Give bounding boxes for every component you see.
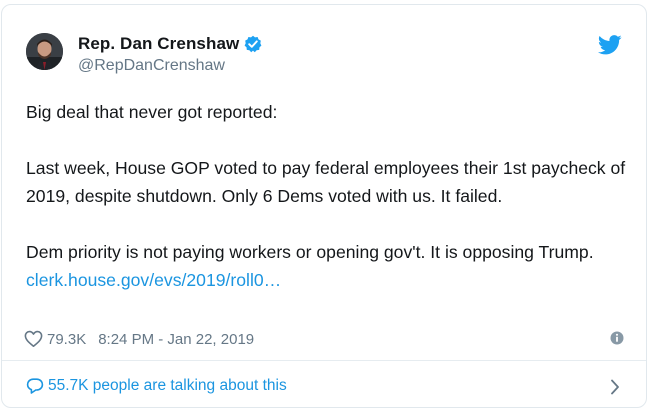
tweet-link[interactable]: clerk.house.gov/evs/2019/roll0… xyxy=(26,270,281,290)
chevron-right-icon[interactable] xyxy=(610,379,620,395)
tweet-paragraph-2: Last week, House GOP voted to pay federa… xyxy=(26,158,626,206)
avatar[interactable] xyxy=(26,33,63,70)
verified-badge-icon xyxy=(244,35,262,53)
tweet-card: Rep. Dan Crenshaw @RepDanCrenshaw Big de… xyxy=(1,4,647,408)
like-count[interactable]: 79.3K xyxy=(47,331,86,348)
tweet-meta-row: 79.3K 8:24 PM - Jan 22, 2019 xyxy=(24,327,624,351)
tweet-text: Big deal that never got reported: Last w… xyxy=(26,98,626,294)
heart-icon[interactable] xyxy=(24,330,43,348)
twitter-bird-icon[interactable] xyxy=(597,35,622,55)
tweet-paragraph-3-text: Dem priority is not paying workers or op… xyxy=(26,242,594,262)
speech-bubble-icon xyxy=(26,377,44,395)
tweet-header: Rep. Dan Crenshaw @RepDanCrenshaw xyxy=(2,5,646,85)
tweet-timestamp[interactable]: 8:24 PM - Jan 22, 2019 xyxy=(98,331,254,348)
author-display-name[interactable]: Rep. Dan Crenshaw xyxy=(78,34,239,54)
author-name-row: Rep. Dan Crenshaw xyxy=(78,33,262,55)
info-icon[interactable] xyxy=(610,331,624,345)
author-handle[interactable]: @RepDanCrenshaw xyxy=(78,57,225,75)
talking-about-link[interactable]: 55.7K people are talking about this xyxy=(48,377,287,395)
tweet-paragraph-3: Dem priority is not paying workers or op… xyxy=(26,238,626,294)
conversation-footer[interactable]: 55.7K people are talking about this xyxy=(2,361,646,407)
tweet-paragraph-1: Big deal that never got reported: xyxy=(26,102,278,122)
